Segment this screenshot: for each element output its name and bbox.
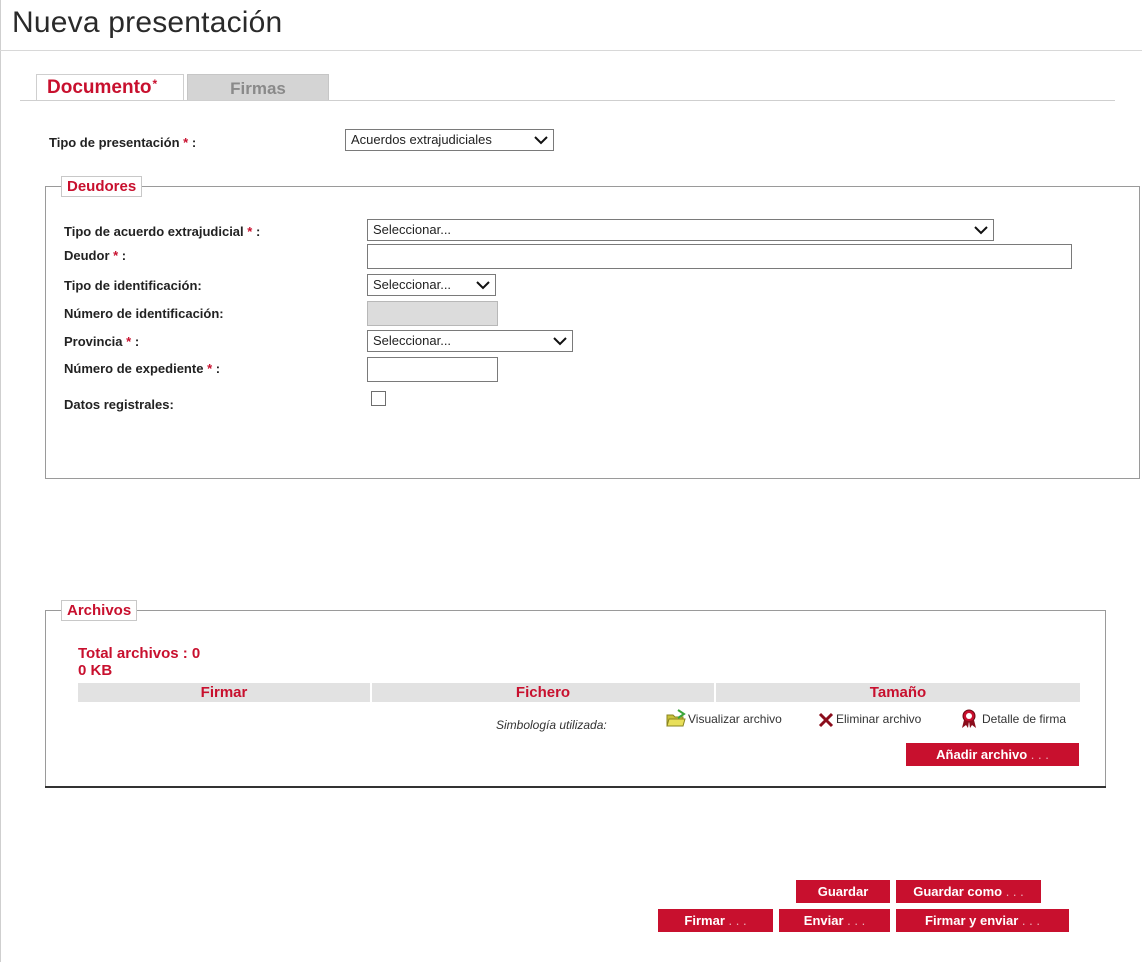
title-divider [0,50,1142,51]
symbology-signature: Detalle de firma [960,709,1066,729]
guardar-como-button[interactable]: Guardar como . . . [896,880,1041,903]
folder-view-icon [666,709,686,727]
tipo-presentacion-select[interactable]: Acuerdos extrajudiciales [345,129,554,151]
deudor-label: Deudor * : [64,248,127,263]
datos-registrales-checkbox[interactable] [371,391,386,406]
add-file-button[interactable]: Añadir archivo . . . [906,743,1079,766]
chevron-down-icon [476,281,490,290]
numero-expediente-label: Número de expediente * : [64,361,221,376]
datos-registrales-label: Datos registrales: [64,397,174,412]
symbology-title: Simbología utilizada: [496,718,607,732]
deudores-legend: Deudores [61,176,143,197]
symbology-view: Visualizar archivo [666,709,782,729]
chevron-down-icon [534,136,548,145]
tab-documento-label: Documento [47,77,152,98]
page-title: Nueva presentación [12,6,283,39]
tab-documento[interactable]: Documento* [36,74,184,101]
files-table-header: Firmar Fichero Tamaño [78,683,1080,702]
deudor-input[interactable] [367,244,1072,269]
firmar-enviar-button[interactable]: Firmar y enviar . . . [896,909,1069,932]
enviar-button[interactable]: Enviar . . . [779,909,890,932]
archivos-bottom-divider [45,786,1106,788]
tipo-identificacion-value: Seleccionar... [373,277,452,292]
tipo-acuerdo-value: Seleccionar... [373,222,452,237]
tipo-identificacion-select[interactable]: Seleccionar... [367,274,496,296]
tab-firmas-label: Firmas [230,79,286,98]
tipo-presentacion-label: Tipo de presentación * : [49,135,197,150]
tipo-acuerdo-label: Tipo de acuerdo extrajudicial * : [64,224,261,239]
provincia-select[interactable]: Seleccionar... [367,330,573,352]
tipo-identificacion-label: Tipo de identificación: [64,278,202,293]
symbology-view-label: Visualizar archivo [688,712,782,726]
total-size: 0 KB [78,662,113,679]
tipo-acuerdo-select[interactable]: Seleccionar... [367,219,994,241]
symbology-signature-label: Detalle de firma [982,712,1067,726]
left-border [0,0,1,962]
symbology-delete: Eliminar archivo [818,709,921,729]
chevron-down-icon [974,226,988,235]
tab-required-marker: * [152,77,158,91]
signature-ribbon-icon [962,709,976,728]
delete-x-icon [818,712,834,728]
column-firmar: Firmar [78,683,372,702]
numero-identificacion-label: Número de identificación: [64,306,224,321]
provincia-value: Seleccionar... [373,333,452,348]
tab-firmas[interactable]: Firmas [187,74,329,101]
tipo-presentacion-value: Acuerdos extrajudiciales [351,132,492,147]
provincia-label: Provincia * : [64,334,140,349]
numero-identificacion-input [367,301,498,326]
archivos-legend: Archivos [61,600,138,621]
numero-expediente-input[interactable] [367,357,498,382]
guardar-button[interactable]: Guardar [796,880,890,903]
symbology-delete-label: Eliminar archivo [836,712,922,726]
tab-divider [20,100,1115,101]
firmar-button[interactable]: Firmar . . . [658,909,773,932]
column-fichero: Fichero [372,683,716,702]
total-archivos: Total archivos : 0 [78,645,201,662]
chevron-down-icon [553,337,567,346]
column-tamano: Tamaño [869,684,927,701]
